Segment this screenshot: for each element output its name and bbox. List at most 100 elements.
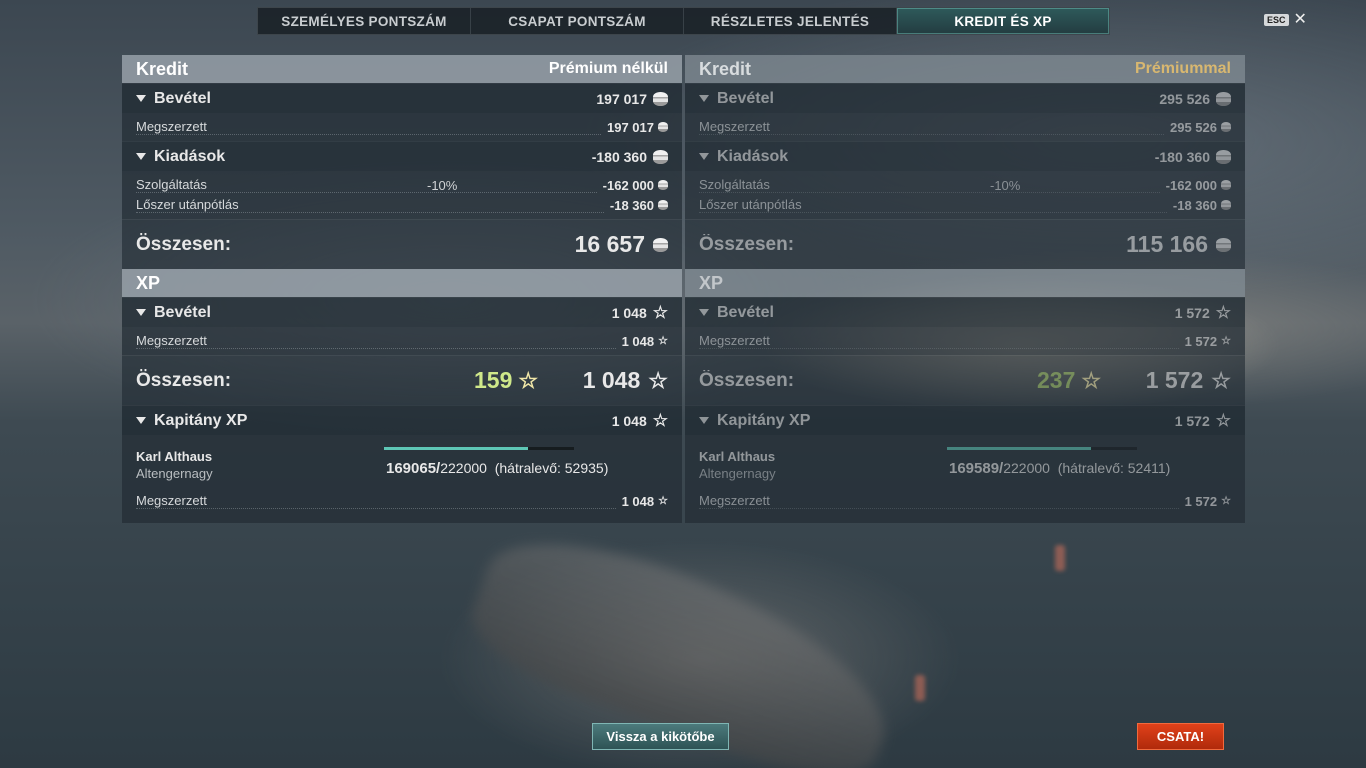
credit-coin-icon <box>653 149 668 164</box>
collapse-triangle-icon[interactable] <box>136 309 146 316</box>
captain-xp-label: Kapitány XP <box>717 411 811 429</box>
panel-without-premium: Kredit Prémium nélkül Bevétel 197 017 Me… <box>122 55 682 523</box>
collapse-triangle-icon[interactable] <box>136 153 146 160</box>
captain-progress-fill <box>384 447 529 450</box>
credit-expenses-label: Kiadások <box>717 147 789 165</box>
xp-total-label: Összesen: <box>136 369 232 391</box>
esc-close-button[interactable]: ESC ✕ <box>1264 12 1307 28</box>
captain-xp-value: 1 572 <box>1174 412 1210 429</box>
captain-rank: Altengernagy <box>699 466 776 481</box>
star-icon: ☆ <box>1211 367 1231 393</box>
tab-credits-xp[interactable]: KREDIT ÉS XP <box>897 8 1109 34</box>
captain-xp-row[interactable]: Kapitány XP 1 572 ☆ <box>685 405 1245 435</box>
captain-remaining: (hátralevő: 52411) <box>1057 460 1171 476</box>
captain-progress-current: 169065/ <box>386 460 441 477</box>
collapse-triangle-icon[interactable] <box>699 95 709 102</box>
credit-earned-label: Megszerzett <box>699 119 1164 135</box>
captain-rank: Altengernagy <box>136 466 213 481</box>
xp-income-value: 1 572 <box>1174 304 1210 321</box>
credit-coin-icon <box>1216 237 1231 252</box>
xp-income-row[interactable]: Bevétel 1 572 ☆ <box>685 297 1245 327</box>
credit-expenses-details: Szolgáltatás -10% -162 000 Lőszer utánpó… <box>122 171 682 219</box>
tab-team-score[interactable]: CSAPAT PONTSZÁM <box>471 8 684 34</box>
background-buoy <box>915 675 925 701</box>
xp-total-value: 1 048 <box>582 367 641 393</box>
star-icon: ☆ <box>658 334 668 347</box>
close-icon[interactable]: ✕ <box>1294 12 1307 28</box>
service-label: Szolgáltatás <box>699 177 1160 193</box>
credit-coin-icon <box>1221 180 1231 190</box>
back-to-port-button[interactable]: Vissza a kikötőbe <box>592 723 729 750</box>
collapse-triangle-icon[interactable] <box>699 417 709 424</box>
credit-coin-icon <box>653 91 668 106</box>
captain-earned-line: Megszerzett 1 048 ☆ <box>122 491 682 511</box>
premium-mode-label: Prémium nélkül <box>548 60 668 77</box>
credit-total-row: Összesen: 115 166 <box>685 219 1245 269</box>
tab-detailed-report[interactable]: RÉSZLETES JELENTÉS <box>684 8 897 34</box>
credit-income-value: 295 526 <box>1159 90 1210 107</box>
captain-progress-current: 169589/ <box>949 460 1004 477</box>
collapse-triangle-icon[interactable] <box>699 309 709 316</box>
credit-income-row[interactable]: Bevétel 197 017 <box>122 83 682 113</box>
captain-earned-value: 1 048 <box>621 493 655 509</box>
credit-coin-icon <box>1216 149 1231 164</box>
service-value: -162 000 <box>602 177 654 193</box>
star-icon: ☆ <box>658 494 668 507</box>
credit-total-label: Összesen: <box>136 233 232 255</box>
xp-income-value: 1 048 <box>611 304 647 321</box>
xp-earned-line: Megszerzett 1 048 ☆ <box>122 331 682 351</box>
xp-earned-value: 1 572 <box>1184 333 1218 349</box>
star-icon: ☆ <box>518 367 539 393</box>
service-percent: -10% <box>427 177 458 193</box>
captain-earned-line: Megszerzett 1 572 ☆ <box>685 491 1245 511</box>
service-value: -162 000 <box>1165 177 1217 193</box>
xp-income-row[interactable]: Bevétel 1 048 ☆ <box>122 297 682 327</box>
credit-income-value: 197 017 <box>596 90 647 107</box>
collapse-triangle-icon[interactable] <box>136 95 146 102</box>
battle-button[interactable]: CSATA! <box>1137 723 1224 750</box>
collapse-triangle-icon[interactable] <box>136 417 146 424</box>
credit-expenses-value: -180 360 <box>591 148 647 165</box>
credit-expenses-label: Kiadások <box>154 147 226 165</box>
credit-total-value: 16 657 <box>574 231 645 257</box>
collapse-triangle-icon[interactable] <box>699 153 709 160</box>
credit-coin-icon <box>1221 200 1231 210</box>
captain-earned-label: Megszerzett <box>699 493 1179 509</box>
xp-total-row: Összesen: 159 ☆ 1 048 ☆ <box>122 355 682 405</box>
captain-xp-row[interactable]: Kapitány XP 1 048 ☆ <box>122 405 682 435</box>
credit-total-value: 115 166 <box>1126 231 1208 257</box>
credit-expenses-value: -180 360 <box>1154 148 1210 165</box>
tab-personal-score[interactable]: SZEMÉLYES PONTSZÁM <box>258 8 471 34</box>
xp-title: XP <box>699 272 724 293</box>
credit-coin-icon <box>658 122 668 132</box>
ammo-value: -18 360 <box>609 197 654 213</box>
esc-key-label: ESC <box>1264 14 1289 26</box>
xp-income-details: Megszerzett 1 572 ☆ <box>685 327 1245 355</box>
credit-coin-icon <box>658 200 668 210</box>
captain-name: Karl Althaus <box>136 449 213 464</box>
credit-title: Kredit <box>136 58 189 79</box>
captain-name: Karl Althaus <box>699 449 776 464</box>
star-icon: ☆ <box>652 411 668 430</box>
xp-earned-line: Megszerzett 1 572 ☆ <box>685 331 1245 351</box>
credit-earned-value: 295 526 <box>1170 119 1217 135</box>
xp-earned-label: Megszerzett <box>136 333 616 349</box>
credit-income-row[interactable]: Bevétel 295 526 <box>685 83 1245 113</box>
xp-total-label: Összesen: <box>699 369 795 391</box>
xp-income-label: Bevétel <box>717 303 774 321</box>
service-line: Szolgáltatás -10% -162 000 <box>685 175 1245 195</box>
service-line: Szolgáltatás -10% -162 000 <box>122 175 682 195</box>
credit-expenses-row[interactable]: Kiadások -180 360 <box>685 141 1245 171</box>
captain-xp-value: 1 048 <box>611 412 647 429</box>
premium-mode-label: Prémiummal <box>1134 60 1231 77</box>
credit-expenses-row[interactable]: Kiadások -180 360 <box>122 141 682 171</box>
credit-total-label: Összesen: <box>699 233 795 255</box>
credit-earned-line: Megszerzett 295 526 <box>685 117 1245 137</box>
star-icon: ☆ <box>1081 367 1102 393</box>
credit-income-details: Megszerzett 295 526 <box>685 113 1245 141</box>
star-icon: ☆ <box>1221 334 1231 347</box>
credit-coin-icon <box>658 180 668 190</box>
star-icon: ☆ <box>652 303 668 322</box>
xp-header: XP <box>122 269 682 297</box>
xp-header: XP <box>685 269 1245 297</box>
